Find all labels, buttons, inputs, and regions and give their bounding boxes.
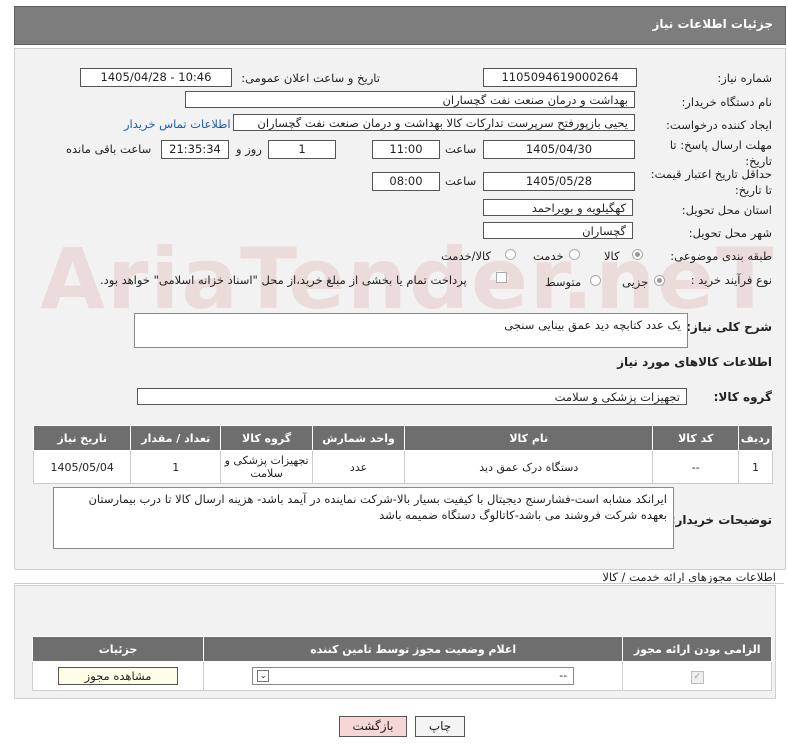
buyer-notes-label: توضیحات خریدار: [670, 513, 772, 527]
radio-medium[interactable] [590, 275, 601, 286]
table-row: 1 -- دستگاه درک عمق دید عدد تجهیزات پزشک… [32, 450, 773, 484]
remaining-time-field: 21:35:34 [161, 140, 229, 159]
cell-date: 1405/05/04 [32, 450, 132, 484]
radio-service-label: خدمت [533, 249, 564, 263]
view-permit-button[interactable]: مشاهده مجوز [58, 667, 179, 685]
deadline-time-field: 11:00 [372, 140, 440, 159]
col-row: ردیف [738, 425, 773, 451]
radio-goods[interactable] [632, 249, 643, 260]
description-label: شرح کلی نیاز: [686, 320, 772, 334]
buyer-contact-link[interactable]: اطلاعات تماس خریدار [124, 117, 231, 131]
radio-goods-label: کالا [604, 249, 620, 263]
radio-goods-service-label: کالا/خدمت [441, 249, 492, 263]
need-number-label: شماره نیاز: [717, 71, 772, 85]
col-permit-required: الزامی بودن ارائه مجوز [622, 636, 772, 662]
permits-title: اطلاعات مجوزهای ارائه خدمت / کالا [602, 570, 776, 584]
col-group: گروه کالا [220, 425, 314, 451]
goods-section-title: اطلاعات کالاهای مورد نیاز [617, 355, 772, 369]
description-textarea[interactable]: یک عدد کتابچه دید عمق بینایی سنجی [134, 313, 688, 348]
validity-label: حداقل تاریخ اعتبار قیمت: تا تاریخ: [650, 167, 772, 197]
permits-table-header: الزامی بودن ارائه مجوز اعلام وضعیت مجوز … [31, 636, 772, 662]
validity-time-field: 08:00 [372, 172, 440, 191]
radio-goods-service[interactable] [505, 249, 516, 260]
col-unit: واحد شمارش [312, 425, 406, 451]
category-label: طبقه بندی موضوعی: [670, 249, 772, 263]
city-field: گچساران [483, 222, 633, 239]
col-code: کد کالا [652, 425, 740, 451]
permit-status-select[interactable]: ⌄ -- [252, 667, 575, 685]
items-table: ردیف کد کالا نام کالا واحد شمارش گروه کا… [32, 425, 773, 484]
cell-name: دستگاه درک عمق دید [404, 450, 654, 484]
buyer-notes-textarea[interactable]: ایرانکد مشابه است-فشارسنج دیجیتال با کیف… [53, 487, 674, 549]
payment-note: پرداخت تمام یا بخشی از مبلغ خرید،از محل … [100, 273, 467, 287]
col-permit-details: جزئیات [31, 636, 205, 662]
deadline-label: مهلت ارسال پاسخ: تا تاریخ: [669, 138, 772, 168]
cell-qty: 1 [130, 450, 222, 484]
col-permit-status: اعلام وضعیت مجوز توسط تامین کننده [203, 636, 624, 662]
col-name: نام کالا [404, 425, 654, 451]
city-label: شهر محل تحویل: [688, 226, 772, 240]
permits-table: الزامی بودن ارائه مجوز اعلام وضعیت مجوز … [31, 636, 772, 691]
back-button[interactable]: بازگشت [339, 716, 407, 737]
divider [14, 583, 784, 584]
col-date: تاریخ نیاز [32, 425, 132, 451]
print-button[interactable]: چاپ [415, 716, 465, 737]
radio-partial-label: جزیی [622, 275, 649, 289]
items-table-header: ردیف کد کالا نام کالا واحد شمارش گروه کا… [32, 425, 773, 451]
permit-required-checkbox: ✓ [690, 670, 704, 684]
cell-permit-status: ⌄ -- [203, 661, 624, 691]
page-header: جزئیات اطلاعات نیاز [14, 6, 786, 45]
cell-permit-required: ✓ [622, 661, 772, 691]
goods-group-field: تجهیزات پزشکی و سلامت [137, 388, 687, 405]
validity-date-field: 1405/05/28 [483, 172, 635, 191]
creator-label: ایجاد کننده درخواست: [666, 118, 772, 132]
radio-partial[interactable] [654, 275, 665, 286]
col-qty: تعداد / مقدار [130, 425, 222, 451]
announce-field: 1405/04/28 - 10:46 [80, 68, 232, 87]
goods-group-label: گروه کالا: [713, 390, 772, 404]
permit-status-value: -- [559, 669, 568, 682]
buyer-field: بهداشت و درمان صنعت نفت گچساران [185, 91, 635, 108]
creator-field: یحیی بازپورفتح سرپرست تدارکات کالا بهداش… [233, 114, 635, 131]
remaining-label: ساعت باقی مانده [66, 142, 152, 156]
treasury-checkbox[interactable] [496, 272, 507, 283]
deadline-date-field: 1405/04/30 [483, 140, 635, 159]
need-number-field: 1105094619000264 [483, 68, 637, 87]
radio-service[interactable] [569, 249, 580, 260]
days-label: روز و [236, 142, 262, 156]
cell-group: تجهیزات پزشکی و سلامت [220, 450, 314, 484]
buyer-label: نام دستگاه خریدار: [681, 95, 772, 109]
province-field: کهگیلویه و بویراحمد [483, 199, 633, 216]
validity-hour-label: ساعت [445, 174, 477, 188]
process-label: نوع فرآیند خرید : [690, 273, 772, 287]
cell-permit-details: مشاهده مجوز [31, 661, 205, 691]
deadline-hour-label: ساعت [445, 142, 477, 156]
province-label: استان محل تحویل: [681, 203, 772, 217]
chevron-down-icon: ⌄ [257, 670, 270, 682]
cell-row: 1 [738, 450, 773, 484]
radio-medium-label: متوسط [545, 275, 582, 289]
page-title: جزئیات اطلاعات نیاز [652, 17, 773, 31]
cell-unit: عدد [312, 450, 406, 484]
table-row: ✓ ⌄ -- مشاهده مجوز [31, 661, 772, 691]
cell-code: -- [652, 450, 740, 484]
days-field: 1 [268, 140, 336, 159]
announce-label: تاریخ و ساعت اعلان عمومی: [241, 71, 380, 85]
